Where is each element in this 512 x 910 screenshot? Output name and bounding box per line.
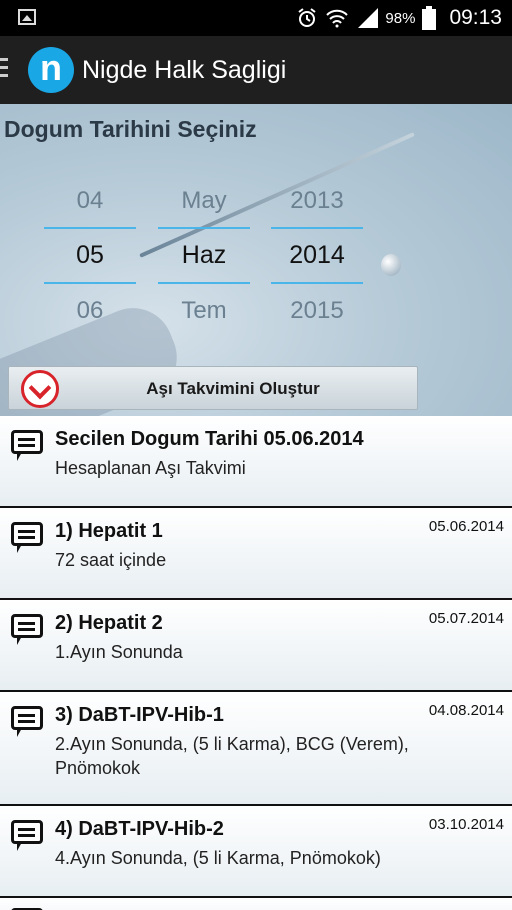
app-logo[interactable]: n [28,47,74,93]
vaccine-title: 3) DaBT-IPV-Hib-1 [55,704,224,726]
summary-title: Secilen Dogum Tarihi 05.06.2014 [55,428,364,450]
vaccine-title: 2) Hepatit 2 [55,612,163,634]
date-picker-panel: Dogum Tarihini Seçiniz 04 05 06 May Haz … [0,104,512,416]
message-icon [11,522,43,553]
list-item[interactable]: 3) DaBT-IPV-Hib-1 04.08.2014 2.Ayın Sonu… [0,692,512,806]
summary-subtitle: Hesaplanan Aşı Takvimi [55,458,246,478]
day-selected[interactable]: 05 [44,229,136,282]
vaccine-date: 04.08.2014 [428,702,504,719]
message-icon [11,820,43,851]
vaccine-title: 1) Hepatit 1 [55,520,163,542]
battery-icon [422,6,437,30]
year-selected[interactable]: 2014 [271,229,363,282]
list-item[interactable]: 1) Hepatit 1 05.06.2014 72 saat içinde [0,508,512,600]
year-next[interactable]: 2015 [271,284,363,337]
list-item[interactable]: 4) DaBT-IPV-Hib-2 03.10.2014 4.Ayın Sonu… [0,806,512,898]
message-icon [11,430,43,461]
vaccine-date: 05.06.2014 [428,518,504,535]
summary-row[interactable]: Secilen Dogum Tarihi 05.06.2014 Hesaplan… [0,416,512,508]
vaccine-date: 03.10.2014 [428,816,504,833]
message-icon [11,614,43,645]
vaccine-description: 72 saat içinde [55,550,167,570]
vaccine-title: 4) DaBT-IPV-Hib-2 [55,818,224,840]
month-selected[interactable]: Haz [158,229,250,282]
day-next[interactable]: 06 [44,284,136,337]
image-icon [18,9,36,25]
year-prev[interactable]: 2013 [271,174,363,227]
status-icons: 98% 09:13 [296,0,502,36]
droplet-background-image [381,254,401,276]
vaccine-schedule-list[interactable]: Secilen Dogum Tarihi 05.06.2014 Hesaplan… [0,416,512,910]
list-item[interactable]: 2) Hepatit 2 05.07.2014 1.Ayın Sonunda [0,600,512,692]
year-picker[interactable]: 2013 2014 2015 [271,174,363,337]
alarm-icon [298,8,317,27]
list-item-partial[interactable] [0,898,512,910]
vaccine-description: 4.Ayın Sonunda, (5 li Karma, Pnömokok) [55,848,381,868]
page-title: Dogum Tarihini Seçiniz [4,116,257,142]
message-icon [11,706,43,737]
vaccine-description: 2.Ayın Sonunda, (5 li Karma), BCG (Verem… [55,734,409,778]
clock: 09:13 [449,6,502,29]
vaccine-description: 1.Ayın Sonunda [55,642,183,662]
month-next[interactable]: Tem [158,284,250,337]
status-bar: 98% 09:13 [0,0,512,36]
action-bar: n Nigde Halk Sagligi [0,36,512,105]
wifi-icon [326,9,349,28]
create-schedule-label: Aşı Takvimini Oluştur [146,379,320,398]
app-title: Nigde Halk Sagligi [82,56,287,84]
day-picker[interactable]: 04 05 06 [44,174,136,337]
drawer-menu-icon[interactable] [0,58,8,82]
month-picker[interactable]: May Haz Tem [158,174,250,337]
signal-icon [358,8,379,28]
day-prev[interactable]: 04 [44,174,136,227]
month-prev[interactable]: May [158,174,250,227]
create-schedule-button[interactable]: Aşı Takvimini Oluştur [8,366,418,410]
battery-percent: 98% [385,9,416,27]
vaccine-date: 05.07.2014 [428,610,504,627]
